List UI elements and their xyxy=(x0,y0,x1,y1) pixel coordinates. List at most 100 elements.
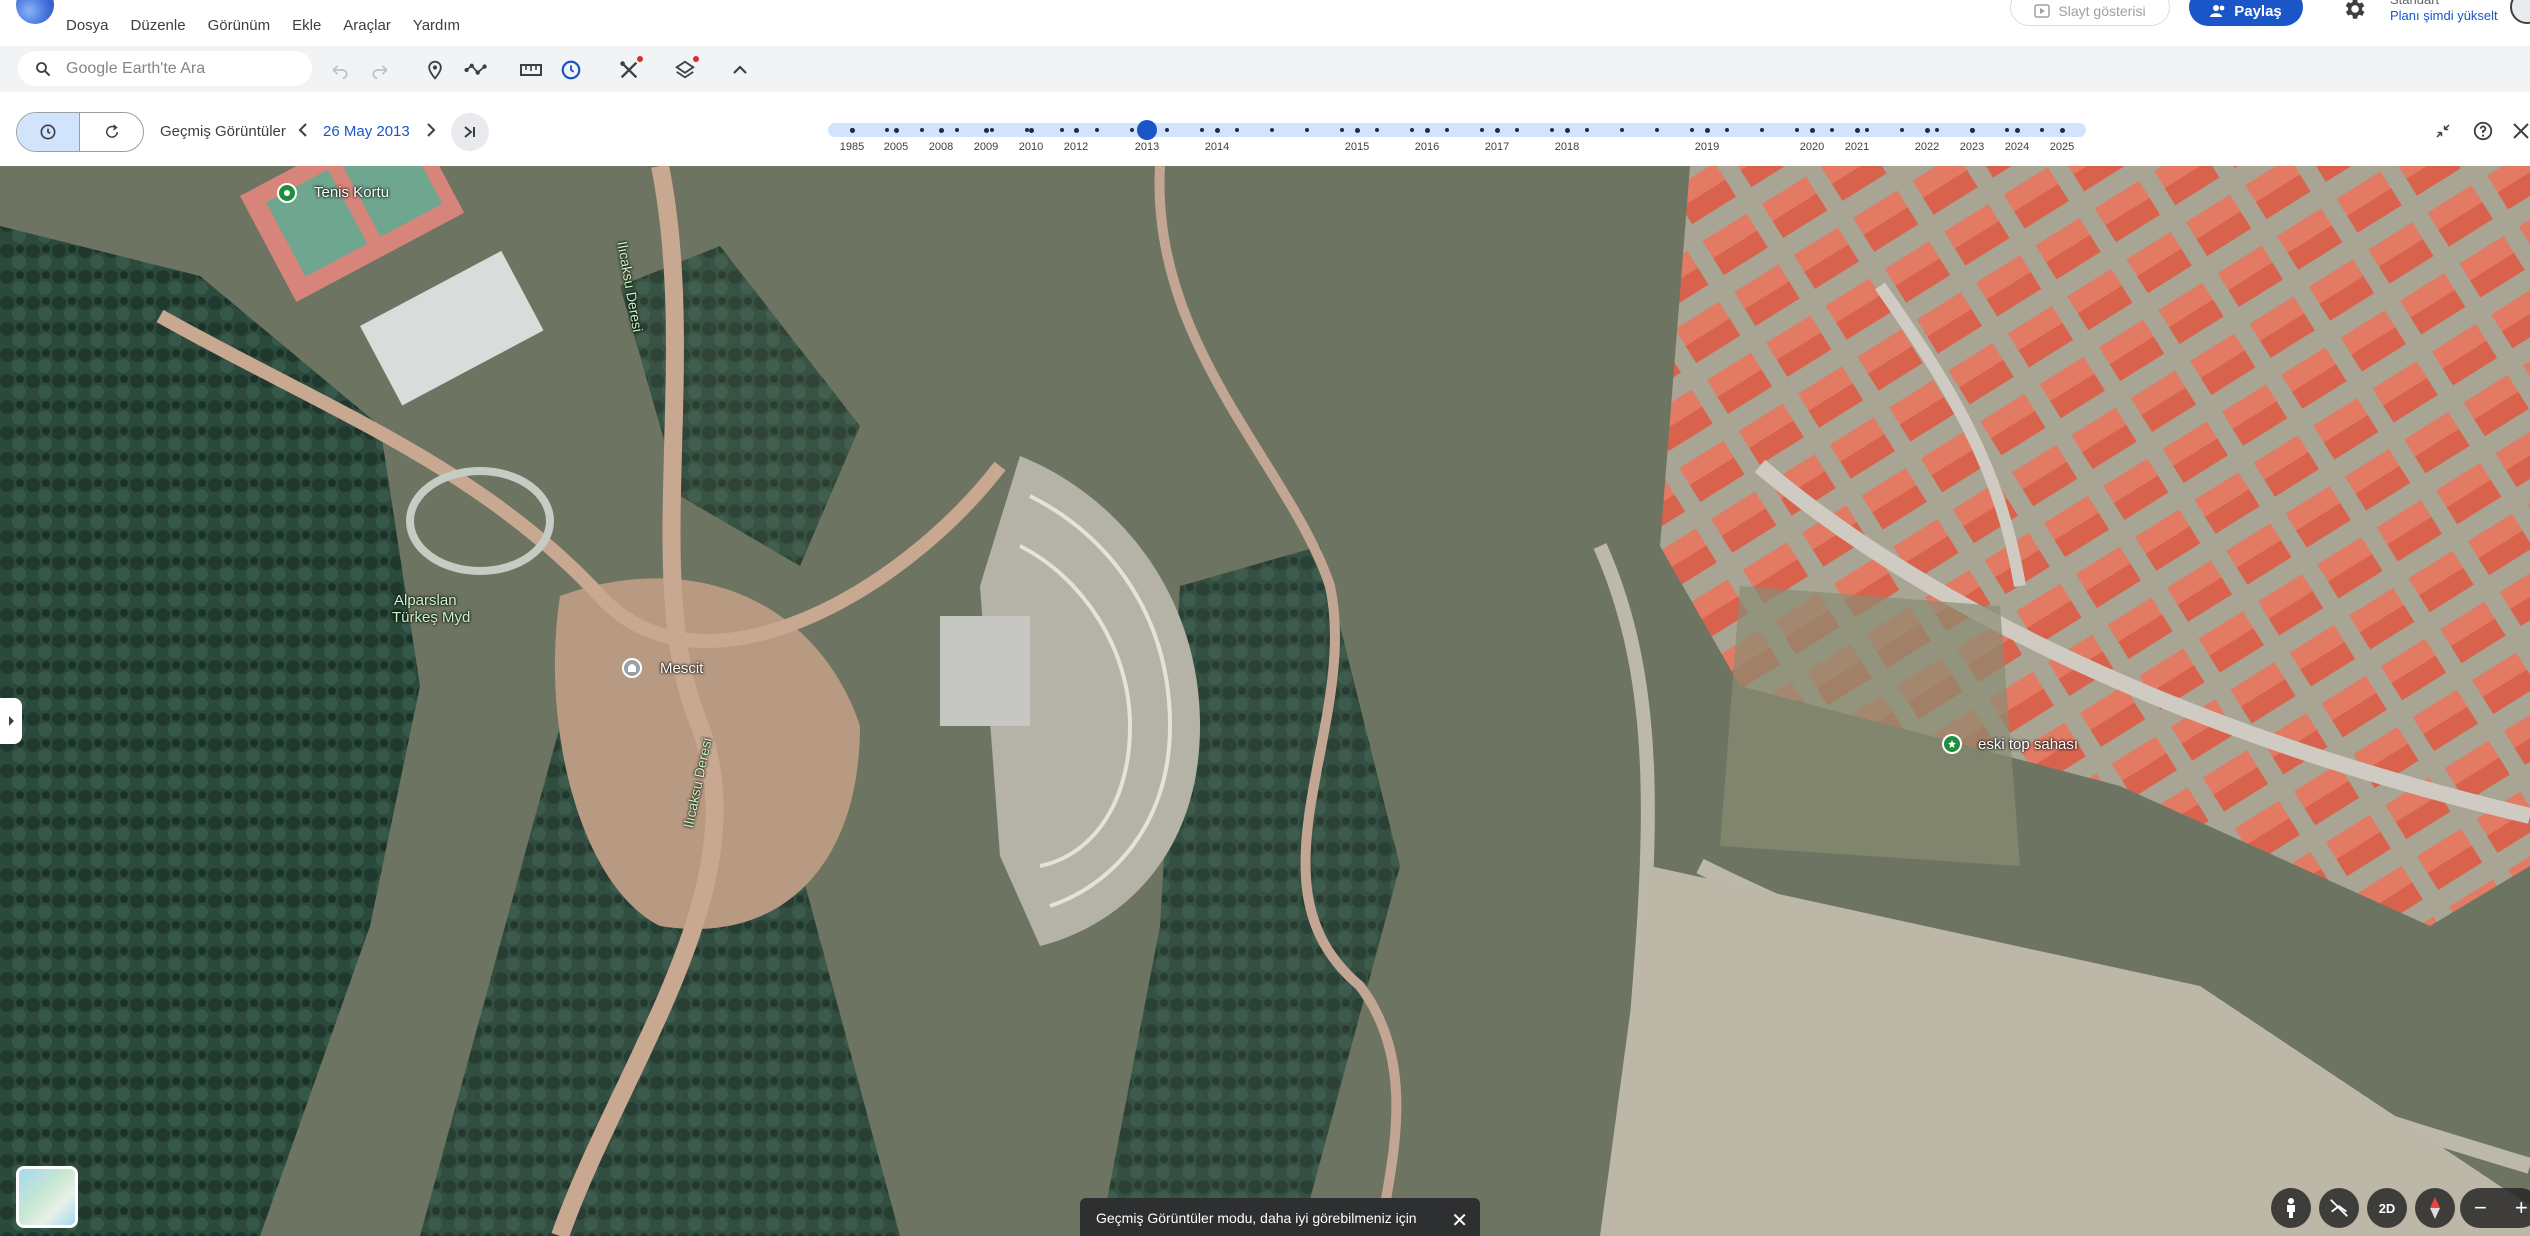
redo-icon[interactable] xyxy=(368,58,392,82)
label-old-football-field[interactable]: eski top sahası xyxy=(1978,736,2078,753)
timeline-minor-tick[interactable] xyxy=(920,128,924,132)
timeline-minor-tick[interactable] xyxy=(2040,128,2044,132)
minimize-timeline-icon[interactable] xyxy=(2430,118,2456,144)
map-view[interactable]: Tenis Kortu Alparslan Türkeş Myd Mescit … xyxy=(0,166,2530,1236)
timeline-minor-tick[interactable] xyxy=(1690,128,1694,132)
timeline-year-label-2010[interactable]: 2010 xyxy=(1019,141,1043,153)
timeline-minor-tick[interactable] xyxy=(1340,128,1344,132)
timeline-minor-tick[interactable] xyxy=(1655,128,1659,132)
view-mode-2d-button[interactable]: 2D xyxy=(2367,1188,2407,1228)
timeline-minor-tick[interactable] xyxy=(1760,128,1764,132)
collapse-icon[interactable] xyxy=(728,58,752,82)
timeline-year-tick-2014[interactable] xyxy=(1214,127,1220,133)
menu-tools[interactable]: Araçlar xyxy=(343,17,391,34)
timeline-year-label-2025[interactable]: 2025 xyxy=(2050,141,2074,153)
menu-view[interactable]: Görünüm xyxy=(208,17,271,34)
placemark-icon[interactable] xyxy=(423,58,447,82)
layers-icon[interactable] xyxy=(673,56,699,82)
menu-edit[interactable]: Düzenle xyxy=(131,17,186,34)
label-tennis-court[interactable]: Tenis Kortu xyxy=(314,184,389,201)
timeline-minor-tick[interactable] xyxy=(1410,128,1414,132)
help-icon[interactable] xyxy=(2470,118,2496,144)
history-mode-button[interactable] xyxy=(17,113,81,151)
minimap-thumbnail[interactable] xyxy=(16,1166,78,1228)
avatar[interactable] xyxy=(2510,0,2530,24)
timeline-minor-tick[interactable] xyxy=(955,128,959,132)
zoom-in-icon[interactable]: + xyxy=(2515,1195,2528,1221)
timeline-year-tick-2025[interactable] xyxy=(2059,127,2065,133)
timeline-minor-tick[interactable] xyxy=(1130,128,1134,132)
timeline-minor-tick[interactable] xyxy=(990,128,994,132)
timeline-year-label-2005[interactable]: 2005 xyxy=(884,141,908,153)
share-button[interactable]: Paylaş xyxy=(2189,0,2303,26)
timeline-year-label-2023[interactable]: 2023 xyxy=(1960,141,1984,153)
timeline-year-label-2008[interactable]: 2008 xyxy=(929,141,953,153)
timeline-minor-tick[interactable] xyxy=(1795,128,1799,132)
timeline-minor-tick[interactable] xyxy=(1235,128,1239,132)
timeline-thumb[interactable] xyxy=(1137,120,1157,140)
google-earth-logo[interactable] xyxy=(16,0,54,24)
timeline-year-label-2014[interactable]: 2014 xyxy=(1205,141,1229,153)
menu-insert[interactable]: Ekle xyxy=(292,17,321,34)
mosque-pin-icon[interactable] xyxy=(622,658,642,678)
timeline-year-label-2013[interactable]: 2013 xyxy=(1135,141,1159,153)
timeline-minor-tick[interactable] xyxy=(2005,128,2009,132)
timeline-year-tick-2005[interactable] xyxy=(893,127,899,133)
timeline-minor-tick[interactable] xyxy=(1095,128,1099,132)
timeline-year-label-2022[interactable]: 2022 xyxy=(1915,141,1939,153)
timeline-minor-tick[interactable] xyxy=(1830,128,1834,132)
timeline-year-tick-2017[interactable] xyxy=(1494,127,1500,133)
ruler-icon[interactable] xyxy=(519,58,543,82)
timeline-minor-tick[interactable] xyxy=(1900,128,1904,132)
close-toast-icon[interactable]: ✕ xyxy=(1451,1208,1468,1233)
timeline-year-label-2024[interactable]: 2024 xyxy=(2005,141,2029,153)
timeline-minor-tick[interactable] xyxy=(1270,128,1274,132)
timeline-year-label-2021[interactable]: 2021 xyxy=(1845,141,1869,153)
timeline-year-tick-2018[interactable] xyxy=(1564,127,1570,133)
upgrade-link[interactable]: Planı şimdi yükselt xyxy=(2390,8,2498,24)
timeline-year-label-2015[interactable]: 2015 xyxy=(1345,141,1369,153)
timeline-year-tick-2010[interactable] xyxy=(1028,127,1034,133)
timeline-year-label-2020[interactable]: 2020 xyxy=(1800,141,1824,153)
menu-help[interactable]: Yardım xyxy=(413,17,460,34)
timeline-minor-tick[interactable] xyxy=(1445,128,1449,132)
timeline-minor-tick[interactable] xyxy=(885,128,889,132)
timeline-minor-tick[interactable] xyxy=(1480,128,1484,132)
previous-date-button[interactable] xyxy=(292,119,314,141)
timeline-year-tick-2021[interactable] xyxy=(1854,127,1860,133)
label-alparslan-line1[interactable]: Alparslan xyxy=(394,592,457,609)
timeline-minor-tick[interactable] xyxy=(1165,128,1169,132)
timeline-minor-tick[interactable] xyxy=(1550,128,1554,132)
tilt-disabled-icon[interactable] xyxy=(2319,1188,2359,1228)
label-alparslan-line2[interactable]: Türkeş Myd xyxy=(392,609,470,626)
historical-imagery-icon[interactable] xyxy=(559,58,583,82)
slideshow-button[interactable]: Slayt gösterisi xyxy=(2010,0,2170,26)
tools-icon[interactable] xyxy=(617,56,643,82)
refresh-button[interactable] xyxy=(80,113,143,151)
timeline-year-tick-2015[interactable] xyxy=(1354,127,1360,133)
timeline-year-tick-1985[interactable] xyxy=(849,127,855,133)
timeline-year-label-2019[interactable]: 2019 xyxy=(1695,141,1719,153)
pegman-icon[interactable] xyxy=(2271,1188,2311,1228)
timeline-year-tick-2012[interactable] xyxy=(1073,127,1079,133)
close-icon[interactable] xyxy=(2508,118,2530,144)
timeline-minor-tick[interactable] xyxy=(1935,128,1939,132)
menu-file[interactable]: Dosya xyxy=(66,17,109,34)
timeline-minor-tick[interactable] xyxy=(1865,128,1869,132)
timeline-minor-tick[interactable] xyxy=(1060,128,1064,132)
search-input[interactable] xyxy=(66,59,296,78)
label-mosque[interactable]: Mescit xyxy=(660,660,703,677)
gear-icon[interactable] xyxy=(2341,0,2367,22)
next-date-button[interactable] xyxy=(420,119,442,141)
timeline-year-tick-2009[interactable] xyxy=(983,127,989,133)
timeline-year-label-1985[interactable]: 1985 xyxy=(840,141,864,153)
skip-to-latest-button[interactable] xyxy=(451,113,489,151)
compass-icon[interactable] xyxy=(2415,1188,2455,1228)
undo-icon[interactable] xyxy=(328,58,352,82)
expand-sidebar-handle[interactable] xyxy=(0,698,22,744)
zoom-out-icon[interactable]: − xyxy=(2474,1195,2487,1221)
timeline-year-label-2012[interactable]: 2012 xyxy=(1064,141,1088,153)
timeline-minor-tick[interactable] xyxy=(1375,128,1379,132)
timeline-year-tick-2022[interactable] xyxy=(1924,127,1930,133)
timeline-year-label-2017[interactable]: 2017 xyxy=(1485,141,1509,153)
